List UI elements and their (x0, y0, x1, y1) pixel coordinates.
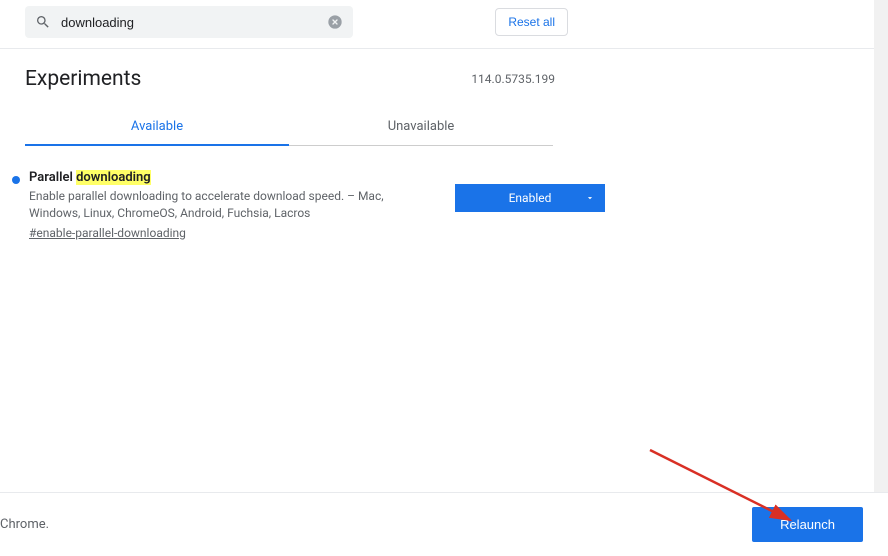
page-title: Experiments (25, 67, 141, 91)
search-input[interactable] (61, 15, 327, 30)
flag-title: Parallel downloading (29, 170, 429, 185)
search-icon (35, 14, 51, 30)
flag-anchor-link[interactable]: #enable-parallel-downloading (29, 226, 186, 240)
tab-available[interactable]: Available (25, 109, 289, 146)
version-label: 114.0.5735.199 (471, 72, 555, 86)
relaunch-button[interactable]: Relaunch (752, 507, 863, 542)
tab-unavailable[interactable]: Unavailable (289, 109, 553, 146)
bottom-text: Chrome. (0, 517, 49, 532)
flag-state-value: Enabled (509, 191, 552, 205)
scrollbar[interactable] (874, 0, 888, 492)
flag-description: Enable parallel downloading to accelerat… (29, 188, 429, 222)
highlight: downloading (76, 170, 151, 185)
chevron-down-icon (585, 193, 595, 203)
reset-all-button[interactable]: Reset all (495, 8, 568, 36)
modified-dot-icon (12, 176, 20, 184)
tabs: Available Unavailable (25, 109, 553, 146)
bottom-bar: Chrome. Relaunch (0, 492, 888, 556)
flag-row: Parallel downloading Enable parallel dow… (0, 146, 888, 241)
clear-icon[interactable] (327, 14, 343, 30)
flag-state-select[interactable]: Enabled (455, 184, 605, 212)
search-box[interactable] (25, 6, 353, 38)
